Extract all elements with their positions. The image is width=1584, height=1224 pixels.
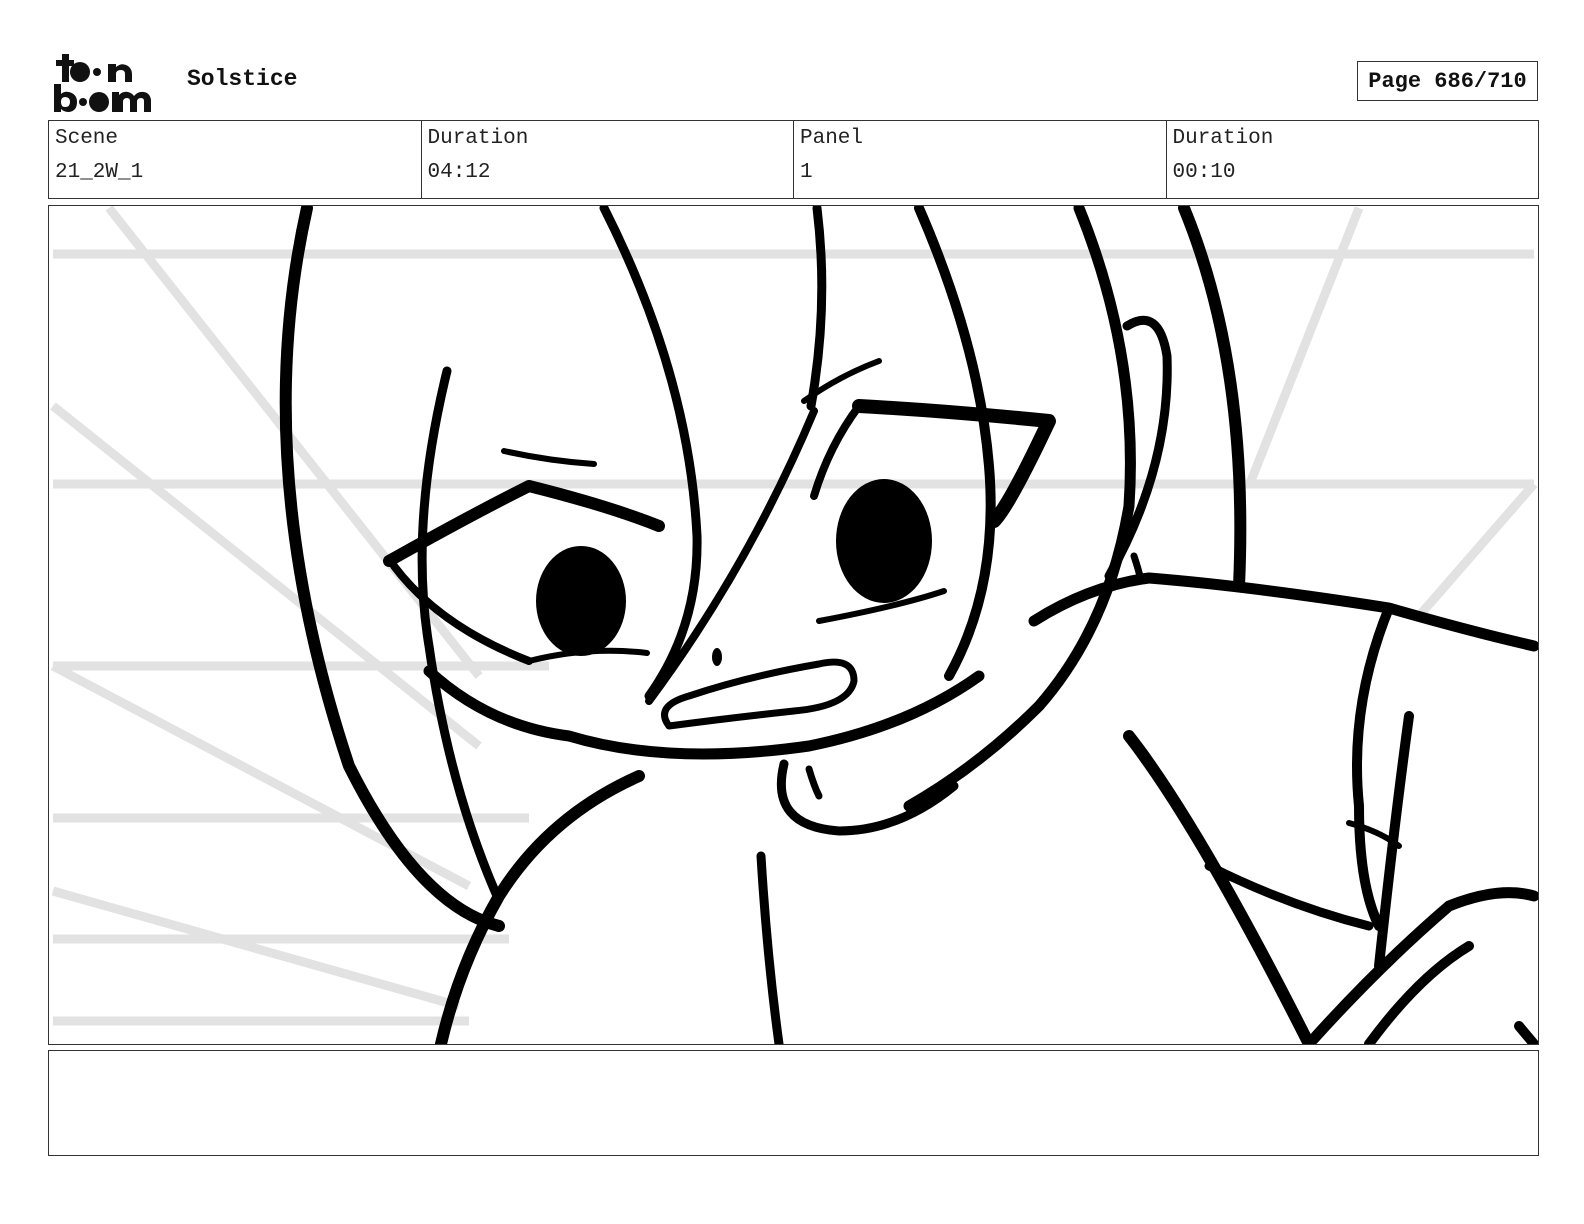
scene-duration-cell: Duration 04:12 (422, 121, 794, 198)
panel-cell: Panel 1 (794, 121, 1167, 198)
panel-value: 1 (800, 161, 813, 184)
panel-label: Panel (800, 127, 864, 150)
panel-duration-label: Duration (1172, 127, 1274, 150)
character-lineart (279, 206, 1538, 1044)
scene-info-table: Scene 21_2W_1 Duration 04:12 Panel 1 Dur… (48, 120, 1539, 199)
project-title: Solstice (187, 66, 298, 92)
toon-boom-logo (54, 54, 151, 112)
panel-duration-value: 00:10 (1172, 161, 1236, 184)
scene-value: 21_2W_1 (55, 161, 144, 184)
panel-illustration (50, 206, 1538, 1044)
background-lines (50, 206, 1538, 1026)
scene-duration-label: Duration (427, 127, 529, 150)
storyboard-panel (48, 205, 1539, 1045)
scene-cell: Scene 21_2W_1 (49, 121, 422, 198)
scene-duration-value: 04:12 (427, 161, 491, 184)
panel-notes-box (48, 1050, 1539, 1156)
scene-label: Scene (55, 127, 119, 150)
page-indicator: Page 686/710 (1357, 61, 1538, 101)
panel-duration-cell: Duration 00:10 (1167, 121, 1539, 198)
